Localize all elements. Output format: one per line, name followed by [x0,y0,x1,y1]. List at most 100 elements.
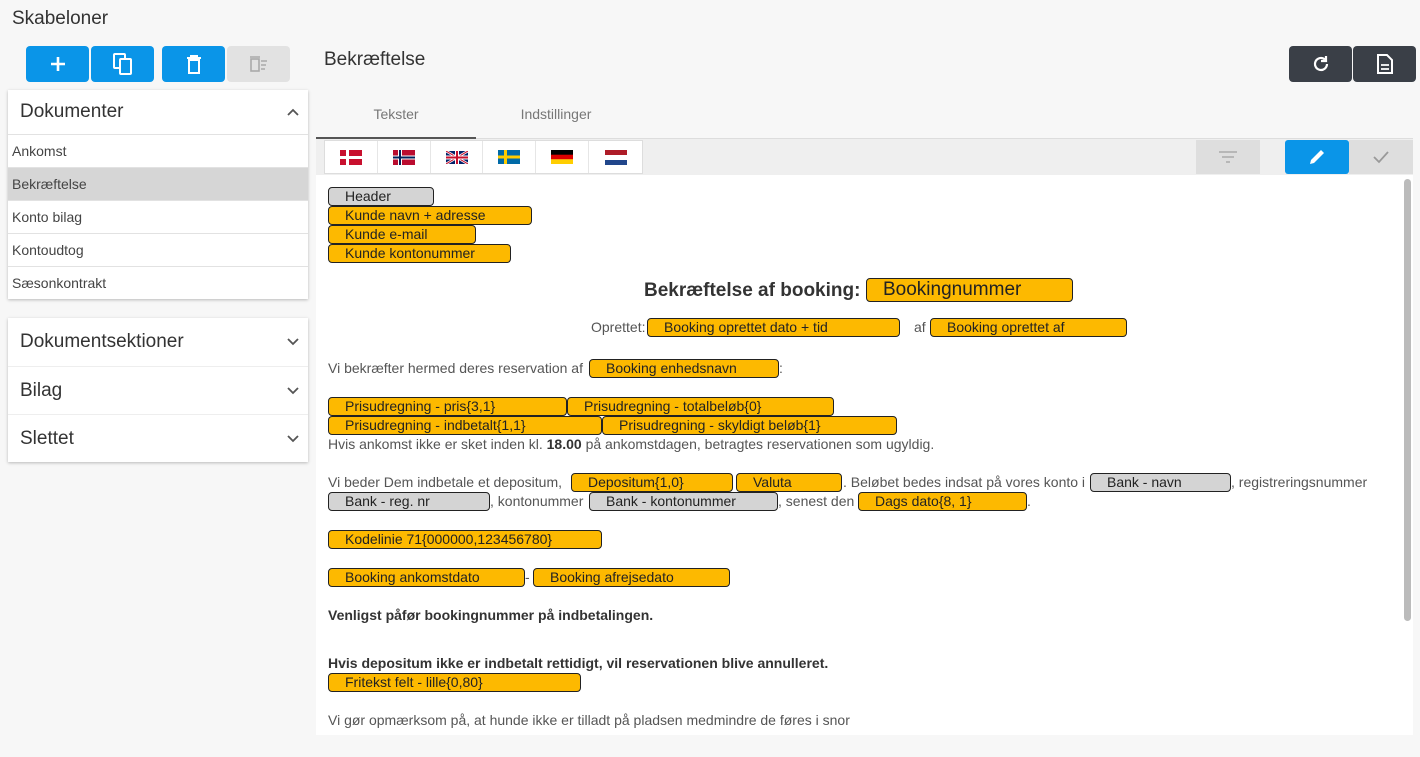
field-unit-name[interactable]: Booking enhedsnavn [589,359,779,378]
delete-button[interactable] [162,46,225,82]
delete-list-icon [249,56,267,72]
field-currency[interactable]: Valuta [736,473,842,492]
flag-english[interactable] [431,141,484,173]
field-booking-number[interactable]: Bookingnummer [866,278,1073,302]
section-label: Slettet [20,427,74,449]
tab-tekster[interactable]: Tekster [316,96,476,139]
refresh-icon [1313,56,1328,72]
field-customer-name[interactable]: Kunde navn + adresse [328,206,532,225]
reservation-colon: : [779,360,783,376]
flag-dutch[interactable] [589,141,642,173]
chevron-down-icon [287,386,299,394]
preview-document-button[interactable] [1353,46,1416,82]
document-item-saesonkontrakt[interactable]: Sæsonkontrakt [8,266,308,299]
danish-flag-icon [339,149,362,165]
field-bank-reg[interactable]: Bank - reg. nr [328,492,490,511]
reservation-text: Vi bekræfter hermed deres reservation af [328,360,583,376]
edit-button[interactable] [1285,140,1349,174]
check-icon [1373,151,1389,164]
field-price[interactable]: Prisudregning - pris{3,1} [328,397,567,416]
document-item-kontoudtog[interactable]: Kontoudtog [8,233,308,266]
field-departure-date[interactable]: Booking afrejsedato [533,568,730,587]
payment-note: Venligst påfør bookingnummer på indbetal… [328,607,654,623]
editor-scrollbar[interactable] [1404,179,1411,621]
document-item-bekraeftelse[interactable]: Bekræftelse [8,167,308,200]
dutch-flag-icon [604,149,627,165]
chevron-up-icon [287,108,299,116]
reg-label: , registreringsnummer [1231,474,1368,490]
documents-header-label: Dokumenter [20,101,124,122]
swedish-flag-icon [498,150,521,164]
copy-button[interactable] [91,46,154,82]
document-item-ankomst[interactable]: Ankomst [8,134,308,167]
field-total-amount[interactable]: Prisudregning - totalbeløb{0} [567,397,834,416]
section-label: Dokumentsektioner [20,331,184,352]
field-created-by[interactable]: Booking oprettet af [930,318,1127,337]
tabs: Tekster Indstillinger [316,96,1413,139]
document-icon [1376,54,1393,74]
document-item-konto-bilag[interactable]: Konto bilag [8,200,308,233]
section-bilag[interactable]: Bilag [8,366,308,414]
field-bank-name[interactable]: Bank - navn [1090,473,1231,492]
tab-indstillinger[interactable]: Indstillinger [476,96,636,139]
documents-panel: Dokumenter Ankomst Bekræftelse Konto bil… [8,90,308,299]
field-customer-email[interactable]: Kunde e-mail [328,225,476,244]
document-title: Bekræftelse [324,49,426,70]
deposit-mid-text: . Beløbet bedes indsat på vores konto i [843,474,1086,490]
arrival-time: 18.00 [546,436,582,452]
by-label: af [914,319,926,335]
arrival-note: Hvis ankomst ikke er sket inden kl. 18.0… [328,436,934,452]
field-bank-account[interactable]: Bank - kontonummer [589,492,778,511]
section-label: Bilag [20,379,63,401]
field-current-date[interactable]: Dags dato{8, 1} [858,492,1027,511]
filter-button[interactable] [1196,140,1260,174]
template-editor[interactable]: Header Kunde navn + adresse Kunde e-mail… [316,175,1413,735]
add-button[interactable] [26,46,89,82]
templates-page: Skabeloner Dokumenter Ankomst Bekræftels… [0,0,1420,757]
pencil-icon [1310,150,1324,164]
field-header[interactable]: Header [328,187,434,206]
language-toolbar [316,139,1413,175]
copy-icon [112,53,132,75]
deposit-text: Vi beder Dem indbetale et depositum, [328,474,562,490]
field-arrival-date[interactable]: Booking ankomstdato [328,568,525,587]
documents-header[interactable]: Dokumenter [8,90,308,134]
trash-icon [186,55,201,74]
flag-danish[interactable] [325,141,378,173]
flag-norwegian[interactable] [378,141,431,173]
field-customer-account[interactable]: Kunde kontonummer [328,244,511,263]
field-paid[interactable]: Prisudregning - indbetalt{1,1} [328,416,602,435]
field-amount-due[interactable]: Prisudregning - skyldigt beløb{1} [602,416,897,435]
norwegian-flag-icon [392,149,415,165]
filter-icon [1219,151,1237,163]
dogs-note: Vi gør opmærksom på, at hunde ikke er ti… [328,712,850,728]
date-separator: - [525,569,530,585]
section-dokumentsektioner[interactable]: Dokumentsektioner [8,318,308,366]
field-code-line[interactable]: Kodelinie 71{000000,123456780} [328,530,602,549]
language-selector [324,140,643,174]
confirmation-heading: Bekræftelse af booking: [644,280,861,301]
chevron-down-icon [287,434,299,442]
chevron-down-icon [287,338,299,346]
page-title: Skabeloner [12,8,109,29]
arrival-note-post: på ankomstdagen, betragtes reservationen… [585,436,935,452]
cancellation-note: Hvis depositum ikke er indbetalt rettidi… [328,655,829,671]
flag-swedish[interactable] [483,141,537,173]
section-slettet[interactable]: Slettet [8,414,308,462]
refresh-button[interactable] [1289,46,1352,82]
plus-icon [50,57,65,71]
field-deposit[interactable]: Depositum{1,0} [571,473,733,492]
account-label: , kontonummer [490,493,584,509]
confirm-button[interactable] [1349,140,1413,174]
flag-german[interactable] [536,141,590,173]
arrival-note-pre: Hvis ankomst ikke er sket inden kl. [328,436,543,452]
sections-panel: Dokumentsektioner Bilag Slettet [8,318,308,462]
field-freetext[interactable]: Fritekst felt - lille{0,80} [328,673,581,692]
delete-list-button[interactable] [227,46,290,82]
created-label: Oprettet: [591,319,646,335]
german-flag-icon [551,150,574,164]
field-created-datetime[interactable]: Booking oprettet dato + tid [647,318,900,337]
uk-flag-icon [445,150,468,164]
sentence-period: . [1027,493,1031,509]
latest-label: , senest den [778,493,855,509]
